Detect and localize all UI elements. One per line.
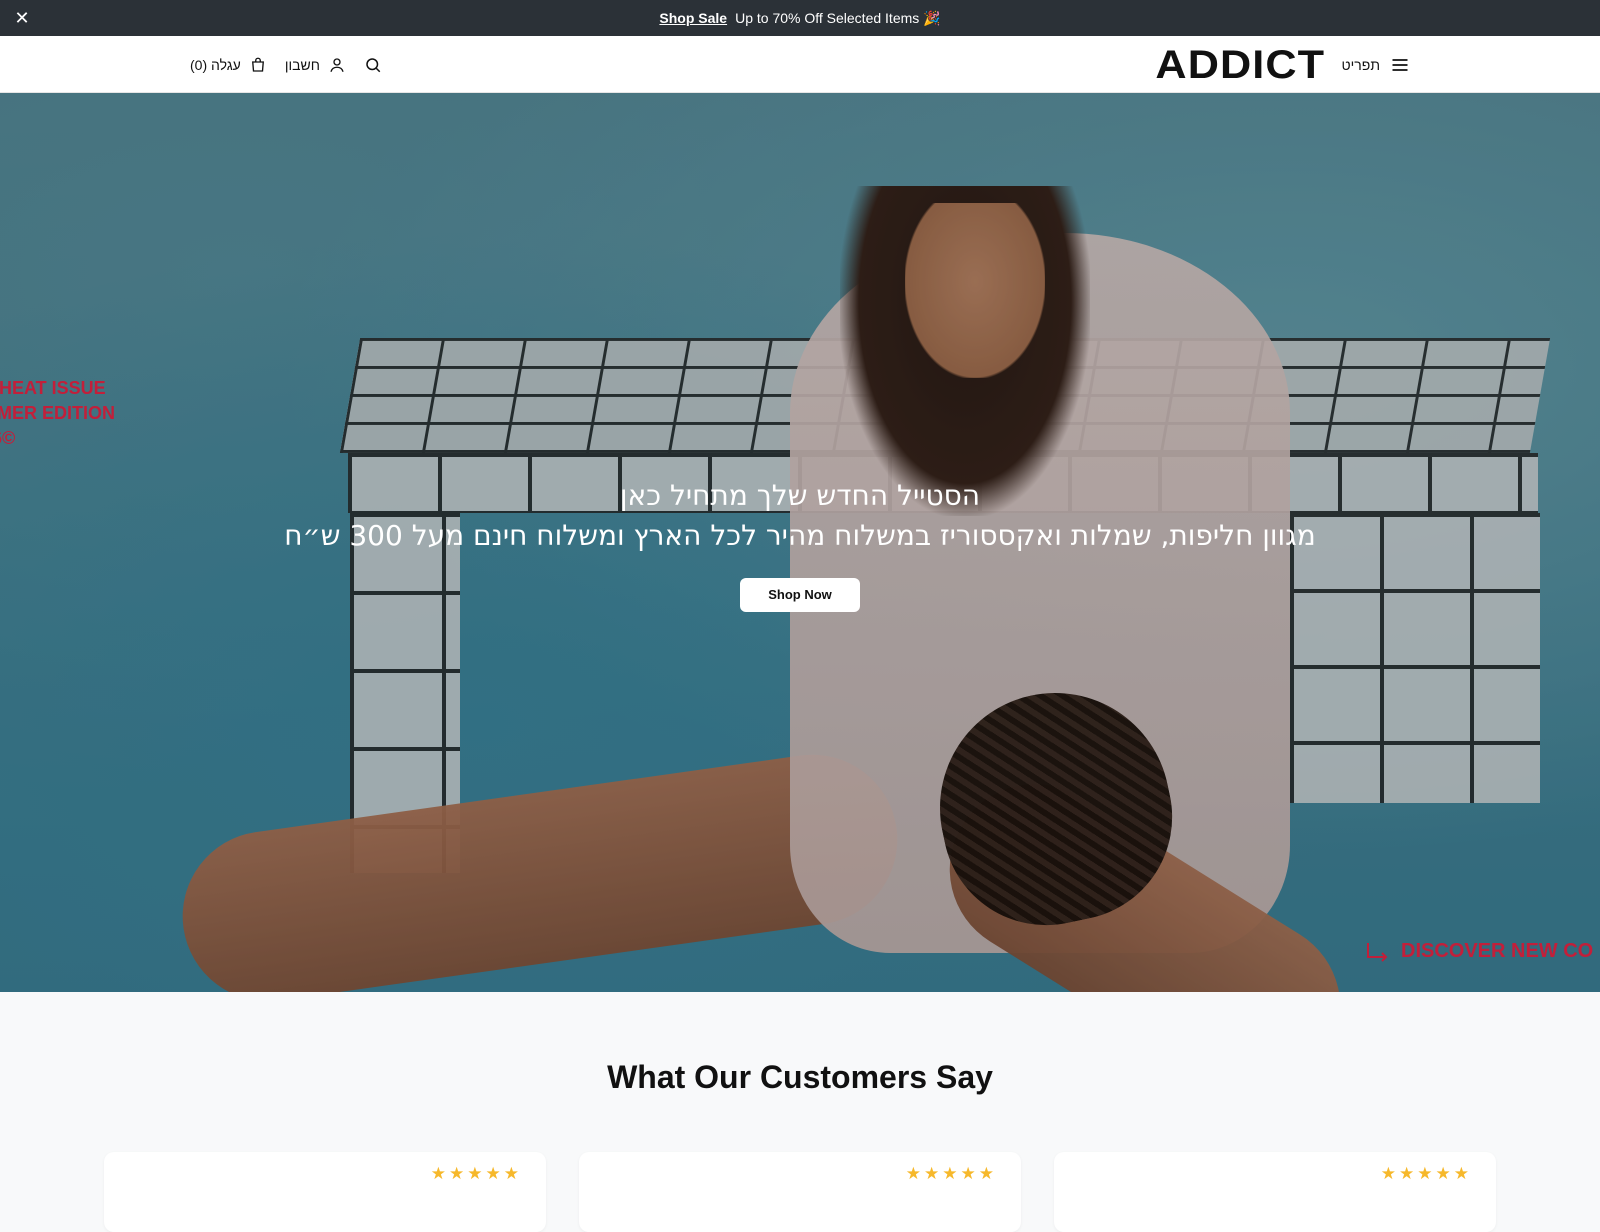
search-icon bbox=[366, 57, 381, 72]
shop-now-button[interactable]: Shop Now bbox=[740, 578, 860, 612]
search-button[interactable] bbox=[364, 56, 382, 74]
hamburger-icon bbox=[1392, 58, 1408, 71]
hero-content: הסטייל החדש שלך מתחיל כאן מגוון חליפות, … bbox=[0, 478, 1600, 612]
logo[interactable]: ADDICT bbox=[1156, 45, 1326, 85]
hero-side-text: E HEAT ISSUE MMER EDITION 26© bbox=[0, 376, 115, 451]
star-rating: ★★★★★ bbox=[430, 1164, 522, 1183]
hero-title: הסטייל החדש שלך מתחיל כאן bbox=[619, 479, 981, 512]
close-icon[interactable]: ✕ bbox=[12, 8, 32, 28]
account-button[interactable]: חשבון bbox=[285, 56, 346, 74]
hero-subtitle: מגוון חליפות, שמלות ואקססוריז במשלוח מהי… bbox=[284, 519, 1316, 552]
discover-link: DISCOVER NEW CO bbox=[1365, 940, 1593, 963]
menu-label: תפריט bbox=[1341, 56, 1380, 73]
star-rating: ★★★★★ bbox=[1380, 1164, 1472, 1183]
header-brand: ADDICT תפריט bbox=[1156, 36, 1410, 93]
testimonial-card: ★★★★★ bbox=[579, 1152, 1021, 1232]
cart-label: עגלה (0) bbox=[190, 56, 241, 73]
site-header: עגלה (0) חשבון ADDICT תפריט bbox=[0, 36, 1600, 93]
star-rating: ★★★★★ bbox=[905, 1164, 997, 1183]
header-actions: עגלה (0) חשבון bbox=[190, 36, 382, 93]
discover-text: DISCOVER NEW CO bbox=[1401, 940, 1594, 962]
announcement-text: Up to 70% Off Selected Items 🎉 bbox=[735, 9, 941, 26]
side-text-line: 26© bbox=[0, 428, 16, 448]
shop-sale-link[interactable]: Shop Sale bbox=[659, 10, 727, 26]
cart-button[interactable]: עגלה (0) bbox=[190, 56, 267, 74]
account-label: חשבון bbox=[284, 56, 320, 73]
side-text-line: E HEAT ISSUE bbox=[0, 378, 106, 398]
menu-button[interactable]: תפריט bbox=[1342, 55, 1410, 75]
side-text-line: MMER EDITION bbox=[0, 403, 115, 423]
bag-icon bbox=[251, 57, 264, 72]
testimonial-card: ★★★★★ bbox=[104, 1152, 546, 1232]
arrow-corner-icon bbox=[1367, 942, 1388, 962]
testimonials-title: What Our Customers Say bbox=[607, 1059, 993, 1095]
testimonial-card: ★★★★★ bbox=[1054, 1152, 1496, 1232]
user-icon bbox=[330, 57, 344, 72]
announcement-bar: ✕ Shop Sale Up to 70% Off Selected Items… bbox=[0, 0, 1600, 36]
